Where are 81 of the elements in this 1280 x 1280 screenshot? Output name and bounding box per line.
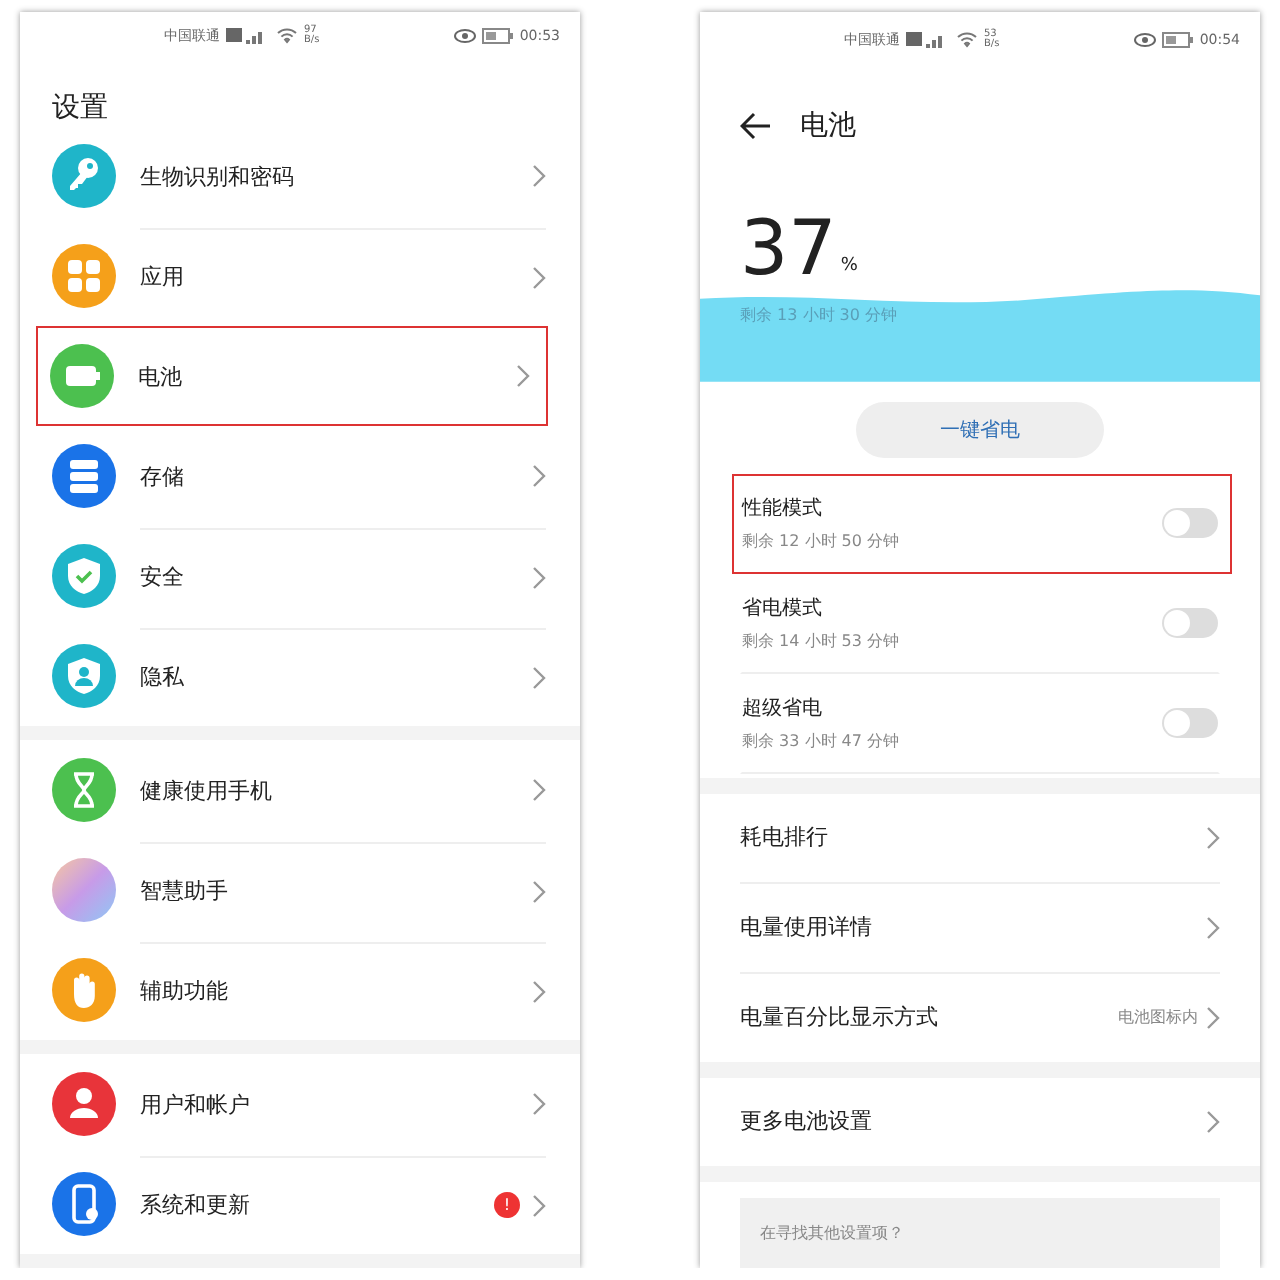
settings-item[interactable]: 系统和更新 ! [20,1154,580,1254]
privacy-icon [52,644,116,708]
item-label: 应用 [140,262,186,292]
chevron-icon [1206,1109,1220,1134]
chevron-icon [532,265,546,289]
user-icon [52,1072,116,1136]
power-save-button[interactable]: 一键省电 [856,401,1104,458]
item-label: 电量使用详情 [740,912,872,943]
apps-icon [52,244,116,308]
settings-item[interactable]: 健康使用手机 [20,740,580,840]
item-label: 系统和更新 [140,1190,252,1220]
item-label: 隐私 [140,662,186,692]
item-label: 安全 [140,562,186,592]
screen-title: 电池 [800,107,856,144]
back-icon[interactable] [740,111,772,140]
remaining-time: 剩余 13 小时 30 分钟 [738,304,900,327]
settings-item[interactable]: 存储 [20,426,580,526]
chevron-icon [516,364,530,388]
hand-icon [52,958,116,1022]
battery-status-icon [1161,31,1194,48]
storage-icon [52,444,116,508]
item-value: 电池图标内 [1118,1006,1198,1029]
item-label: 智慧助手 [140,876,230,906]
settings-item[interactable]: 电池 [36,326,548,426]
battery-status-icon [481,27,514,43]
chevron-icon [532,1193,546,1217]
mode-item[interactable]: 省电模式 剩余 14 小时 53 分钟 [740,573,1220,674]
assistant-icon [52,858,116,922]
mode-label: 性能模式 [742,495,824,523]
hint-text: 在寻找其他设置项？ [740,1197,1220,1268]
item-label: 用户和帐户 [140,1089,252,1119]
chevron-icon [1206,825,1220,850]
wifi-icon [956,30,978,49]
eye-icon [1133,31,1156,48]
mode-label: 省电模式 [742,595,824,623]
settings-item[interactable]: 安全 [20,526,580,626]
settings-item[interactable]: 隐私 [20,626,580,726]
item-label: 存储 [140,461,186,491]
mode-label: 超级省电 [742,695,824,723]
chevron-icon [1206,1005,1220,1030]
chevron-icon [532,464,546,488]
mode-item[interactable]: 超级省电 剩余 33 小时 47 分钟 [740,673,1220,774]
eye-icon [453,27,476,43]
mode-remaining: 剩余 12 小时 50 分钟 [742,530,902,553]
chevron-icon [532,1092,546,1116]
chevron-icon [532,565,546,589]
chevron-icon [1206,915,1220,940]
settings-item[interactable]: 电量百分比显示方式 电池图标内 [740,973,1220,1062]
item-label: 生物识别和密码 [140,161,296,191]
percent-unit: % [840,256,858,277]
chevron-icon [532,879,546,903]
toggle-switch[interactable] [1162,708,1218,739]
battery-icon [50,344,114,408]
shield-icon [52,544,116,608]
mode-item[interactable]: 性能模式 剩余 12 小时 50 分钟 [732,473,1232,574]
toggle-switch[interactable] [1162,608,1218,639]
hourglass-icon [52,758,116,822]
key-icon [52,144,116,208]
battery-percent: 37 [740,208,837,289]
wifi-icon [276,26,298,44]
mode-remaining: 剩余 33 小时 47 分钟 [742,730,902,753]
settings-item[interactable]: 智慧助手 [20,840,580,940]
settings-item[interactable]: 耗电排行 [740,793,1220,884]
settings-item[interactable]: 用户和帐户 [20,1054,580,1154]
item-label: 耗电排行 [740,822,828,853]
chevron-icon [532,979,546,1003]
phone-icon [52,1172,116,1236]
notification-badge: ! [494,1192,520,1218]
chevron-icon [532,778,546,802]
chevron-icon [532,164,546,188]
item-label: 辅助功能 [140,976,230,1006]
item-label: 更多电池设置 [740,1106,872,1137]
item-label: 健康使用手机 [140,775,274,805]
toggle-switch[interactable] [1162,508,1218,539]
settings-item[interactable]: 电量使用详情 [740,883,1220,974]
settings-item[interactable]: 辅助功能 [20,940,580,1040]
settings-item[interactable]: 应用 [20,226,580,326]
mode-remaining: 剩余 14 小时 53 分钟 [742,630,902,653]
item-label: 电量百分比显示方式 [740,1002,938,1033]
item-label: 电池 [138,361,184,391]
chevron-icon [532,665,546,689]
